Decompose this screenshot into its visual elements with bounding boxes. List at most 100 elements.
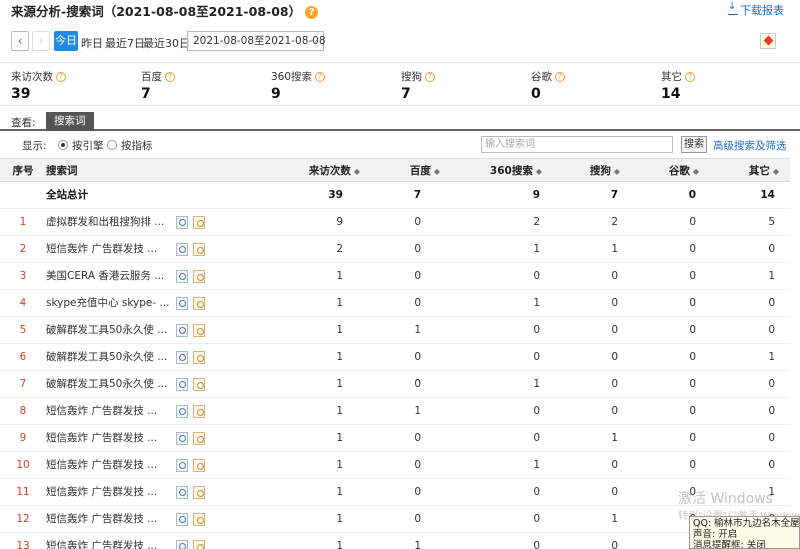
row-baidu: 0 (414, 297, 421, 309)
history-trend-icon[interactable] (193, 432, 205, 445)
col-baidu[interactable]: 百度 ◆ (360, 159, 440, 181)
help-icon[interactable]: ? (555, 72, 565, 82)
row-s360: 0 (533, 432, 540, 444)
history-trend-icon[interactable] (193, 351, 205, 364)
history-trend-icon[interactable] (193, 405, 205, 418)
col-other[interactable]: 其它 ◆ (699, 159, 779, 181)
search-preview-icon[interactable] (176, 459, 188, 472)
last7-link[interactable]: 最近7日 (105, 35, 145, 51)
row-index: 8 (19, 405, 27, 417)
col-visits[interactable]: 来访次数 ◆ (230, 159, 360, 181)
row-s360: 1 (533, 459, 540, 471)
total-baidu: 7 (413, 189, 421, 201)
row-index: 4 (19, 297, 27, 309)
prev-date-button[interactable]: ‹ (11, 31, 29, 51)
search-preview-icon[interactable] (176, 432, 188, 445)
search-preview-icon[interactable] (176, 486, 188, 499)
history-trend-icon[interactable] (193, 216, 205, 229)
history-trend-icon[interactable] (193, 513, 205, 526)
row-search-term[interactable]: 短信轰炸 广告群发技 ... (46, 533, 172, 549)
row-sogou: 0 (611, 486, 618, 498)
row-search-term[interactable]: 短信轰炸 广告群发技 ... (46, 479, 172, 505)
radio-by-metric[interactable]: 按指标 (107, 138, 153, 153)
row-search-term[interactable]: 破解群发工具50永久使 ... (46, 344, 172, 370)
advanced-search-link[interactable]: 高级搜索及筛选 (713, 138, 787, 153)
row-search-term[interactable]: 短信轰炸 广告群发技 ... (46, 398, 172, 424)
row-visits: 1 (336, 270, 343, 282)
yesterday-link[interactable]: 昨日 (81, 35, 103, 51)
row-search-term[interactable]: 短信轰炸 广告群发技 ... (46, 452, 172, 478)
help-icon[interactable]: ? (165, 72, 175, 82)
row-other: 0 (768, 432, 775, 444)
history-trend-icon[interactable] (193, 243, 205, 256)
row-s360: 1 (533, 378, 540, 390)
radio-by-engine[interactable]: 按引擎 (58, 138, 104, 153)
search-preview-icon[interactable] (176, 378, 188, 391)
qq-line: 消息提醒框: 关闭 (693, 540, 766, 549)
history-trend-icon[interactable] (193, 486, 205, 499)
search-preview-icon[interactable] (176, 351, 188, 364)
help-icon[interactable]: ? (685, 72, 695, 82)
search-preview-icon[interactable] (176, 405, 188, 418)
help-icon[interactable]: ? (425, 72, 435, 82)
col-sogou[interactable]: 搜狗 ◆ (542, 159, 620, 181)
table-row: 10 短信轰炸 广告群发技 ... 1 0 1 0 0 0 (0, 452, 790, 479)
row-baidu: 0 (414, 216, 421, 228)
row-sogou: 0 (611, 297, 618, 309)
qq-line: 声音: 开启 (693, 529, 738, 540)
search-preview-icon[interactable] (176, 216, 188, 229)
stat-value: 7 (141, 86, 151, 102)
today-button[interactable]: 今日 (54, 31, 78, 51)
row-google: 0 (689, 216, 696, 228)
row-index: 12 (16, 513, 30, 525)
row-search-term[interactable]: 破解群发工具50永久使 ... (46, 371, 172, 397)
history-trend-icon[interactable] (193, 378, 205, 391)
search-preview-icon[interactable] (176, 324, 188, 337)
search-preview-icon[interactable] (176, 270, 188, 283)
row-search-term[interactable]: 美国CERA 香港云服务 ... (46, 263, 172, 289)
help-icon[interactable]: ? (305, 6, 319, 19)
row-other: 0 (768, 243, 775, 255)
col-360[interactable]: 360搜索 ◆ (440, 159, 542, 181)
total-visits: 39 (328, 189, 343, 201)
tab-search-terms[interactable]: 搜索词 (46, 112, 94, 131)
row-sogou: 0 (611, 540, 618, 549)
search-preview-icon[interactable] (176, 513, 188, 526)
history-trend-icon[interactable] (193, 459, 205, 472)
row-search-term[interactable]: 短信轰炸 广告群发技 ... (46, 236, 172, 262)
row-visits: 1 (336, 405, 343, 417)
row-google: 0 (689, 459, 696, 471)
row-search-term[interactable]: skype充值中心 skype- ... (46, 290, 172, 316)
date-range-picker[interactable]: 2021-08-08至2021-08-08 ⌵ (187, 31, 326, 51)
search-preview-icon[interactable] (176, 243, 188, 256)
search-preview-icon[interactable] (176, 297, 188, 310)
row-search-term[interactable]: 虚拟群发和出租搜狗排 ... (46, 209, 172, 235)
history-trend-icon[interactable] (193, 324, 205, 337)
history-trend-icon[interactable] (193, 297, 205, 310)
download-icon (728, 1, 738, 15)
help-icon[interactable]: ? (56, 72, 66, 82)
last30-link[interactable]: 最近30日 (143, 35, 190, 51)
row-s360: 0 (533, 324, 540, 336)
stat-label: 百度 (141, 71, 162, 83)
search-button[interactable]: 搜索 (681, 136, 707, 153)
pin-icon[interactable] (760, 33, 776, 49)
col-google[interactable]: 谷歌 ◆ (620, 159, 699, 181)
row-baidu: 0 (414, 513, 421, 525)
help-icon[interactable]: ? (315, 72, 326, 82)
history-trend-icon[interactable] (193, 540, 205, 549)
search-term-input[interactable] (481, 136, 673, 153)
row-index: 5 (19, 324, 27, 336)
row-s360: 0 (533, 270, 540, 282)
download-report-link[interactable]: 下载报表 (728, 1, 784, 18)
row-google: 0 (689, 324, 696, 336)
row-search-term[interactable]: 短信轰炸 广告群发技 ... (46, 425, 172, 451)
row-search-term[interactable]: 短信轰炸 广告群发技 ... (46, 506, 172, 532)
history-trend-icon[interactable] (193, 270, 205, 283)
row-visits: 9 (336, 216, 343, 228)
search-preview-icon[interactable] (176, 540, 188, 549)
row-index: 3 (19, 270, 27, 282)
row-search-term[interactable]: 破解群发工具50永久使 ... (46, 317, 172, 343)
col-label: 百度 (409, 165, 431, 177)
next-date-button[interactable]: › (32, 31, 50, 51)
